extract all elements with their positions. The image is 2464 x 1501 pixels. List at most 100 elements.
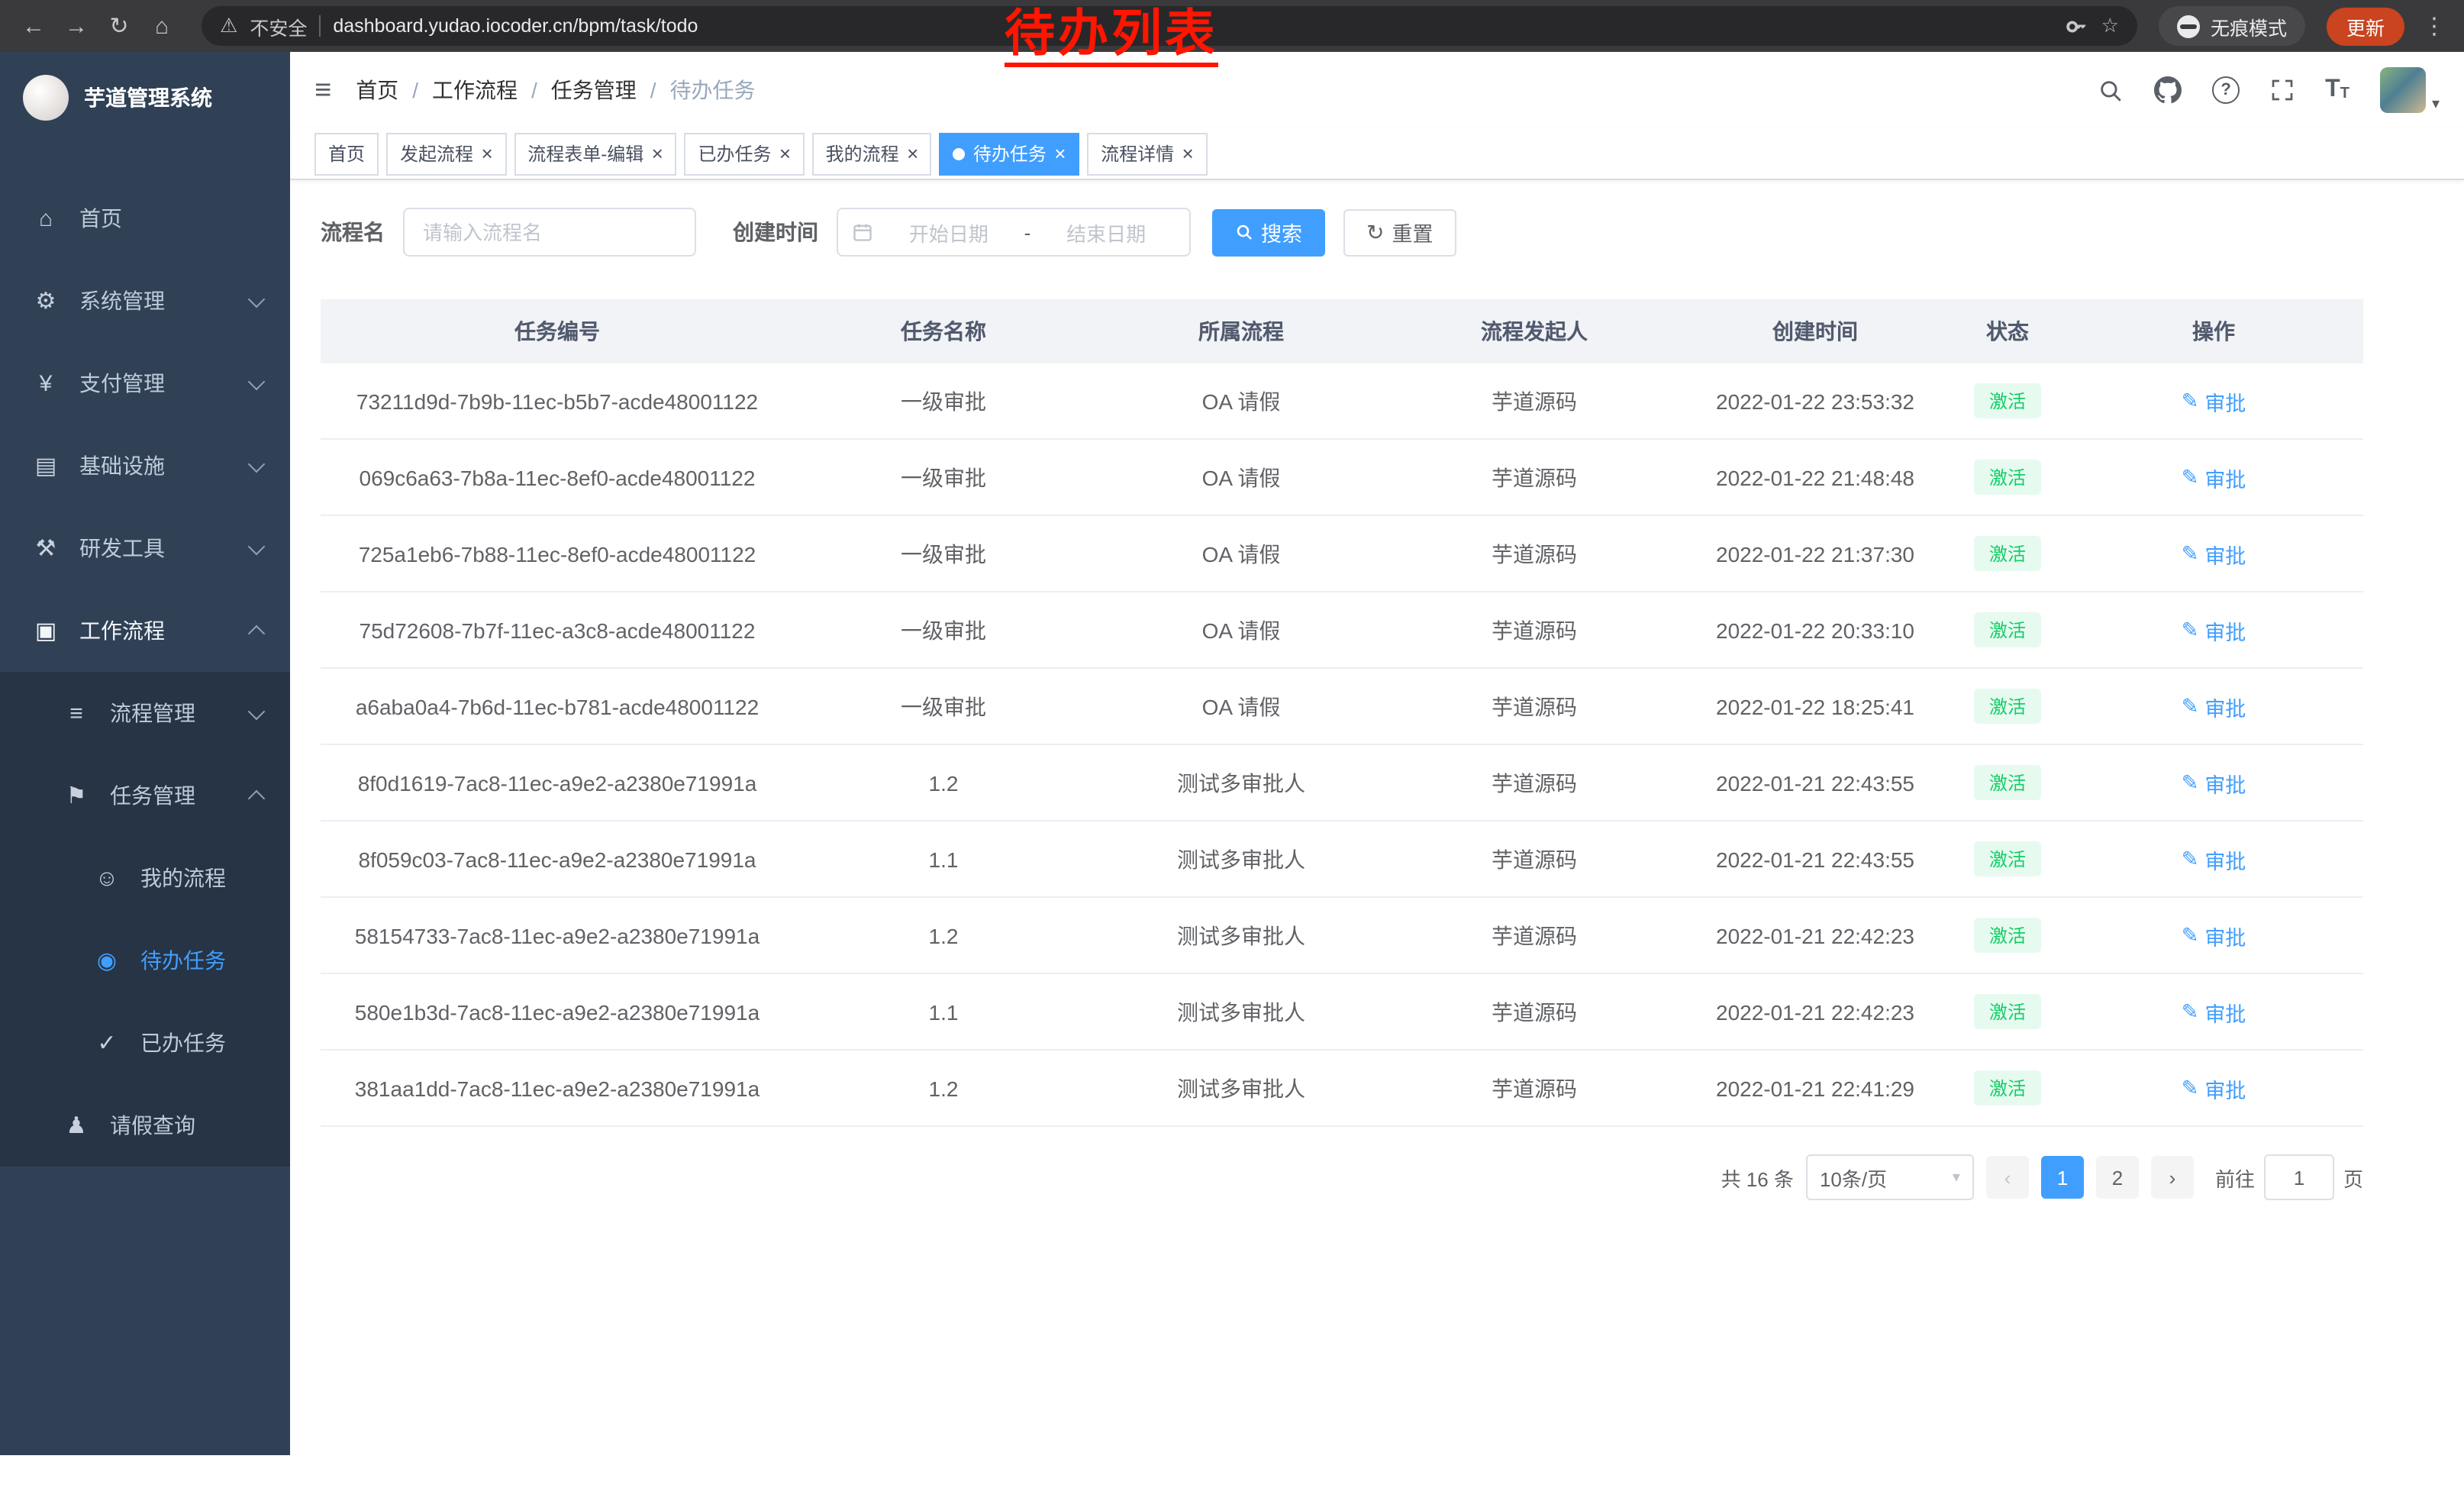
cell-status: 激活	[1951, 973, 2064, 1050]
password-key-icon[interactable]	[2066, 15, 2089, 37]
cell-starter: 芋道源码	[1389, 1050, 1679, 1126]
chevron-down-icon	[248, 456, 266, 473]
sidebar-item-label: 流程管理	[110, 698, 195, 728]
tab[interactable]: 流程表单-编辑 ×	[514, 132, 676, 175]
sidebar-item-done-task[interactable]: ✓ 已办任务	[0, 1002, 290, 1084]
chevron-down-icon	[248, 291, 266, 308]
sidebar-item-process-management[interactable]: ≡ 流程管理	[0, 672, 290, 754]
sidebar-menu: ⌂ 首页 ⚙ 系统管理 ¥ 支付管理 ▤ 基础设施	[0, 177, 290, 1167]
user-menu[interactable]: ▾	[2380, 67, 2440, 113]
cell-process: OA 请假	[1093, 363, 1389, 439]
column-header-actions: 操作	[2064, 299, 2363, 363]
date-range-picker[interactable]: 开始日期 - 结束日期	[837, 208, 1191, 257]
breadcrumb-task-management[interactable]: 任务管理	[551, 75, 637, 105]
close-icon[interactable]: ×	[779, 144, 790, 163]
close-icon[interactable]: ×	[1182, 144, 1193, 163]
approve-link[interactable]: ✎ 审批	[2182, 462, 2246, 492]
cell-task-name: 1.1	[794, 973, 1093, 1050]
tab[interactable]: 我的流程 ×	[812, 132, 932, 175]
prev-page-button[interactable]: ‹	[1986, 1156, 2029, 1199]
sidebar-item-todo-task[interactable]: ◉ 待办任务	[0, 919, 290, 1002]
sidebar-toggle-icon[interactable]: ≡	[314, 76, 331, 105]
fullscreen-icon[interactable]	[2270, 78, 2295, 102]
close-icon[interactable]: ×	[1054, 144, 1066, 163]
start-date-placeholder[interactable]: 开始日期	[879, 218, 1018, 247]
approve-link[interactable]: ✎ 审批	[2182, 996, 2246, 1027]
approve-link[interactable]: ✎ 审批	[2182, 538, 2246, 569]
forward-icon[interactable]: →	[58, 13, 95, 39]
next-page-button[interactable]: ›	[2151, 1156, 2194, 1199]
status-badge: 激活	[1974, 841, 2041, 876]
cell-create-time: 2022-01-21 22:43:55	[1679, 744, 1951, 821]
bookmark-star-icon[interactable]: ☆	[2101, 14, 2119, 38]
sidebar-item-devtools[interactable]: ⚒ 研发工具	[0, 507, 290, 589]
process-name-input[interactable]	[403, 208, 696, 257]
column-header-status: 状态	[1951, 299, 2064, 363]
approve-link[interactable]: ✎ 审批	[2182, 1073, 2246, 1103]
sidebar-item-system[interactable]: ⚙ 系统管理	[0, 260, 290, 342]
search-button[interactable]: 搜索	[1212, 208, 1325, 256]
approve-link[interactable]: ✎ 审批	[2182, 844, 2246, 874]
end-date-placeholder[interactable]: 结束日期	[1037, 218, 1176, 247]
incognito-badge: 无痕模式	[2159, 6, 2305, 46]
tab-label: 已办任务	[698, 140, 771, 166]
font-size-icon[interactable]: TT	[2325, 78, 2350, 102]
browser-menu-icon[interactable]: ⋮	[2423, 12, 2446, 40]
sidebar-item-label: 首页	[79, 203, 122, 234]
edit-icon: ✎	[2182, 923, 2199, 947]
address-bar[interactable]: ⚠ 不安全 dashboard.yudao.iocoder.cn/bpm/tas…	[202, 6, 2137, 46]
page-size-select[interactable]: 10条/页 ▾	[1806, 1154, 1974, 1200]
tab[interactable]: 流程详情 ×	[1087, 132, 1207, 175]
tab[interactable]: 已办任务 ×	[684, 132, 804, 175]
approve-label: 审批	[2204, 615, 2246, 645]
tab[interactable]: 待办任务 ×	[940, 132, 1079, 175]
tab[interactable]: 发起流程 ×	[386, 132, 506, 175]
back-icon[interactable]: ←	[15, 13, 52, 39]
approve-link[interactable]: ✎ 审批	[2182, 767, 2246, 798]
cell-create-time: 2022-01-21 22:42:23	[1679, 897, 1951, 973]
breadcrumb-home[interactable]: 首页	[356, 75, 398, 105]
topbar-actions: ? TT ▾	[2098, 67, 2440, 113]
page-number-button[interactable]: 1	[2041, 1156, 2084, 1199]
approve-link[interactable]: ✎ 审批	[2182, 920, 2246, 951]
cell-actions: ✎ 审批	[2064, 821, 2363, 897]
reload-icon[interactable]: ↻	[101, 12, 137, 40]
github-icon[interactable]	[2154, 76, 2182, 104]
sidebar-item-workflow[interactable]: ▣ 工作流程	[0, 589, 290, 672]
goto-page-input[interactable]	[2264, 1154, 2334, 1200]
approve-link[interactable]: ✎ 审批	[2182, 615, 2246, 645]
sidebar-item-leave-query[interactable]: ♟ 请假查询	[0, 1084, 290, 1167]
chevron-down-icon	[248, 373, 266, 391]
cell-task-id: 381aa1dd-7ac8-11ec-a9e2-a2380e71991a	[321, 1050, 794, 1126]
approve-link[interactable]: ✎ 审批	[2182, 691, 2246, 721]
tab[interactable]: 首页 ×	[314, 132, 379, 175]
status-badge: 激活	[1974, 460, 2041, 495]
browser-home-icon[interactable]: ⌂	[144, 13, 180, 39]
page-number-button[interactable]: 2	[2096, 1156, 2139, 1199]
cell-starter: 芋道源码	[1389, 363, 1679, 439]
approve-link[interactable]: ✎ 审批	[2182, 386, 2246, 416]
sidebar-item-payment[interactable]: ¥ 支付管理	[0, 342, 290, 424]
gear-icon: ⚙	[31, 287, 61, 315]
reset-button[interactable]: ↻ 重置	[1343, 208, 1456, 256]
breadcrumb-workflow[interactable]: 工作流程	[432, 75, 518, 105]
sidebar-item-infrastructure[interactable]: ▤ 基础设施	[0, 424, 290, 507]
status-badge: 激活	[1974, 536, 2041, 571]
sidebar-item-home[interactable]: ⌂ 首页	[0, 177, 290, 260]
close-icon[interactable]: ×	[651, 144, 663, 163]
workflow-icon: ▣	[31, 617, 61, 644]
sidebar-item-my-process[interactable]: ☺ 我的流程	[0, 837, 290, 919]
url-text[interactable]: dashboard.yudao.iocoder.cn/bpm/task/todo	[333, 15, 698, 37]
avatar[interactable]	[2380, 67, 2426, 113]
search-icon[interactable]	[2098, 77, 2124, 103]
close-icon[interactable]: ×	[481, 144, 492, 163]
sidebar-item-task-management[interactable]: ⚑ 任务管理	[0, 754, 290, 837]
close-icon[interactable]: ×	[907, 144, 918, 163]
help-icon[interactable]: ?	[2212, 76, 2240, 104]
logo: 芋道管理系统	[0, 52, 290, 144]
chevron-up-icon	[248, 790, 266, 808]
cell-task-id: 8f059c03-7ac8-11ec-a9e2-a2380e71991a	[321, 821, 794, 897]
cell-task-name: 1.1	[794, 821, 1093, 897]
column-header-starter: 流程发起人	[1389, 299, 1679, 363]
update-button[interactable]: 更新	[2327, 7, 2404, 45]
